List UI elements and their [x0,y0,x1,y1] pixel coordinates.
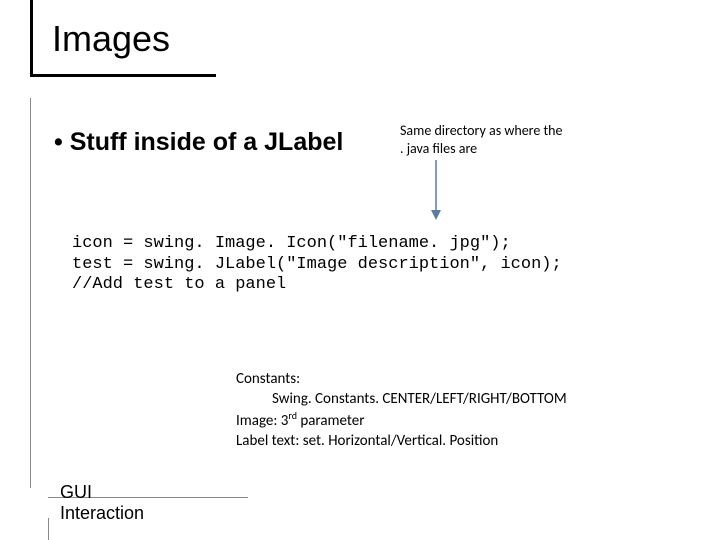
constants-label: Constants: [236,370,567,390]
note-line-1: Same directory as where the [400,122,563,139]
bullet-line: • Stuff inside of a JLabel [54,128,343,157]
code-line-2: test = swing. JLabel("Image description"… [72,255,562,274]
footer-text: GUI Interaction [60,482,144,524]
directory-note: Same directory as where the . java files… [400,122,563,157]
code-block: icon = swing. Image. Icon("filename. jpg… [72,234,562,296]
note-line-2: . java files are [400,140,477,157]
image-param-label: Image: 3 [236,412,288,430]
image-param-rest: parameter [297,412,365,430]
down-arrow-icon [428,158,444,222]
constants-values: Swing. Constants. CENTER/LEFT/RIGHT/BOTT… [272,390,567,410]
image-param-sup: rd [288,409,297,422]
slide-title: Images [52,18,170,60]
slide: Images • Stuff inside of a JLabel Same d… [0,0,720,540]
code-line-3: //Add test to a panel [72,275,286,294]
footer-left-bar [48,518,49,540]
title-left-bar [30,0,33,76]
code-line-1: icon = swing. Image. Icon("filename. jpg… [72,234,511,253]
label-text-line: Label text: set. Horizontal/Vertical. Po… [236,432,567,452]
constants-block: Constants: Swing. Constants. CENTER/LEFT… [236,370,567,451]
body-left-bar [30,98,31,488]
image-param-line: Image: 3rd parameter [236,409,567,432]
title-bottom-bar [30,74,216,77]
